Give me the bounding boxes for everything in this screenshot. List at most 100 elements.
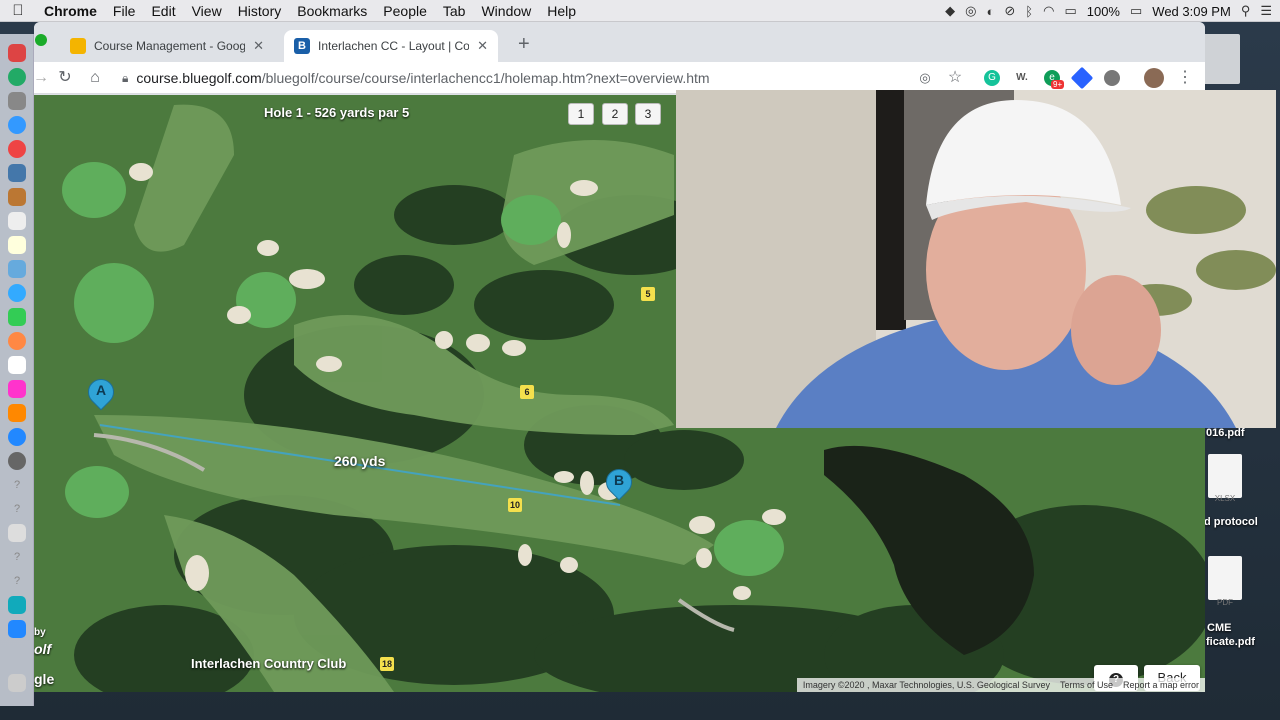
hole-number-marker[interactable]: 10	[508, 498, 522, 512]
apple-icon[interactable]: 	[0, 2, 36, 19]
menu-edit[interactable]: Edit	[143, 3, 183, 19]
safari-icon[interactable]	[8, 116, 26, 134]
home-icon[interactable]: ⌂	[84, 67, 106, 89]
preview-icon[interactable]	[8, 524, 26, 542]
unknown-app-icon[interactable]: ?	[8, 572, 26, 590]
battery-icon[interactable]: ▭	[1130, 3, 1142, 19]
desktop-file-label[interactable]: CME	[1207, 622, 1231, 634]
photos-icon[interactable]	[8, 332, 26, 350]
dock: ? ? ? ?	[0, 34, 34, 706]
address-bar[interactable]: 🔒︎ course.bluegolf.com/bluegolf/course/c…	[122, 66, 962, 90]
menu-history[interactable]: History	[230, 3, 290, 19]
facetime-icon[interactable]	[8, 308, 26, 326]
menu-app-name[interactable]: Chrome	[36, 3, 105, 19]
menu-kebab-icon[interactable]: ⋮	[1174, 67, 1196, 89]
zoom-window-button[interactable]	[35, 34, 47, 46]
notification-center-icon[interactable]: ☰	[1260, 3, 1272, 19]
w-extension-icon[interactable]: W.	[1014, 70, 1030, 86]
profile-avatar[interactable]	[1144, 68, 1164, 88]
airplay-icon[interactable]: ▭	[1064, 3, 1076, 19]
pin-label: B	[613, 472, 625, 488]
tab-interlachen[interactable]: B Interlachen CC - Layout | Cour ✕	[284, 30, 498, 62]
extension-icon[interactable]	[1104, 70, 1120, 86]
menu-people[interactable]: People	[375, 3, 435, 19]
numbers-icon[interactable]	[8, 356, 26, 374]
pdf-file-icon[interactable]: PDF	[1208, 556, 1242, 607]
hole-title: Hole 1 - 526 yards par 5	[264, 105, 410, 120]
hole-number-marker[interactable]: 6	[520, 385, 534, 399]
zoom-icon[interactable]	[8, 620, 26, 638]
forward-icon[interactable]: →	[34, 67, 52, 89]
club-name: Interlachen Country Club	[191, 656, 347, 671]
close-icon[interactable]: ✕	[253, 38, 264, 54]
wifi-icon[interactable]: ◠	[1043, 3, 1054, 19]
pin-label: A	[95, 382, 107, 398]
menu-bookmarks[interactable]: Bookmarks	[289, 3, 375, 19]
url-path: /bluegolf/course/course/interlachencc1/h…	[261, 70, 710, 86]
webcam-video	[676, 90, 1276, 428]
dock-app-icon[interactable]	[8, 188, 26, 206]
books-icon[interactable]	[8, 404, 26, 422]
video-frame	[676, 90, 1276, 428]
launchpad-icon[interactable]	[8, 92, 26, 110]
bluegolf-favicon-icon: B	[294, 38, 310, 54]
report-error-link[interactable]: Report a map error	[1123, 680, 1199, 690]
hole-1-button[interactable]: 1	[568, 103, 594, 125]
unknown-app-icon[interactable]: ?	[8, 500, 26, 518]
hole-number-marker[interactable]: 5	[641, 287, 655, 301]
watermark-text: by	[34, 627, 46, 638]
diamond-extension-icon[interactable]	[1070, 66, 1094, 90]
unknown-app-icon[interactable]: ?	[8, 548, 26, 566]
system-preferences-icon[interactable]	[8, 452, 26, 470]
spotlight-icon[interactable]: ⚲	[1241, 3, 1251, 19]
tab-course-management[interactable]: Course Management - Google ✕	[60, 30, 274, 62]
hole-3-button[interactable]: 3	[635, 103, 661, 125]
pin-b[interactable]: B	[600, 463, 638, 503]
music-icon[interactable]	[8, 380, 26, 398]
menu-view[interactable]: View	[184, 3, 230, 19]
hole-2-button[interactable]: 2	[602, 103, 628, 125]
distance-label: 260 yds	[334, 453, 386, 469]
lock-icon[interactable]: 🔒︎	[122, 71, 128, 86]
messages-icon[interactable]	[8, 284, 26, 302]
close-icon[interactable]: ✕	[477, 38, 488, 54]
imagery-credit: Imagery ©2020 , Maxar Technologies, U.S.…	[802, 680, 1050, 690]
pin-a[interactable]: A	[82, 373, 120, 413]
bookmark-star-icon[interactable]: ☆	[944, 67, 966, 89]
desktop-file-label[interactable]: ficate.pdf	[1206, 636, 1255, 648]
dropbox-icon[interactable]: ◆	[945, 3, 955, 19]
dock-app-icon[interactable]	[8, 164, 26, 182]
hole-number-marker[interactable]: 18	[380, 657, 394, 671]
dock-app-icon[interactable]	[8, 44, 26, 62]
sync-icon[interactable]: ◐	[987, 4, 995, 19]
terms-link[interactable]: Terms of Use	[1060, 680, 1113, 690]
dnd-icon[interactable]: ⊘	[1004, 3, 1015, 19]
reload-icon[interactable]: ↻	[54, 67, 76, 89]
clock[interactable]: Wed 3:09 PM	[1152, 4, 1231, 19]
calendar-icon[interactable]	[8, 212, 26, 230]
menu-file[interactable]: File	[105, 3, 144, 19]
file-type-label: PDF	[1217, 598, 1233, 607]
menu-help[interactable]: Help	[539, 3, 584, 19]
trash-icon[interactable]	[8, 674, 26, 692]
chrome-icon[interactable]	[8, 140, 26, 158]
desktop-file-label[interactable]: d protocol	[1204, 516, 1258, 528]
menu-window[interactable]: Window	[473, 3, 539, 19]
skype-icon[interactable]	[8, 596, 26, 614]
desktop-file-label[interactable]: 016.pdf	[1206, 427, 1245, 439]
hand	[1071, 275, 1161, 385]
extension-badge: 9+	[1051, 80, 1065, 89]
grammarly-icon[interactable]: G	[984, 70, 1000, 86]
notes-icon[interactable]	[8, 236, 26, 254]
bluetooth-icon[interactable]: ᛒ	[1025, 4, 1033, 19]
tab-strip: Course Management - Google ✕ B Interlach…	[34, 22, 1205, 62]
dock-app-icon[interactable]	[8, 260, 26, 278]
menu-tab[interactable]: Tab	[435, 3, 474, 19]
app-store-icon[interactable]	[8, 428, 26, 446]
globe-icon[interactable]: ◎	[965, 3, 976, 19]
unknown-app-icon[interactable]: ?	[8, 476, 26, 494]
dock-app-icon[interactable]	[8, 68, 26, 86]
xlsx-file-icon[interactable]: XLSX	[1208, 454, 1242, 503]
new-tab-button[interactable]: +	[518, 34, 530, 54]
location-icon[interactable]: ◎	[914, 67, 936, 89]
